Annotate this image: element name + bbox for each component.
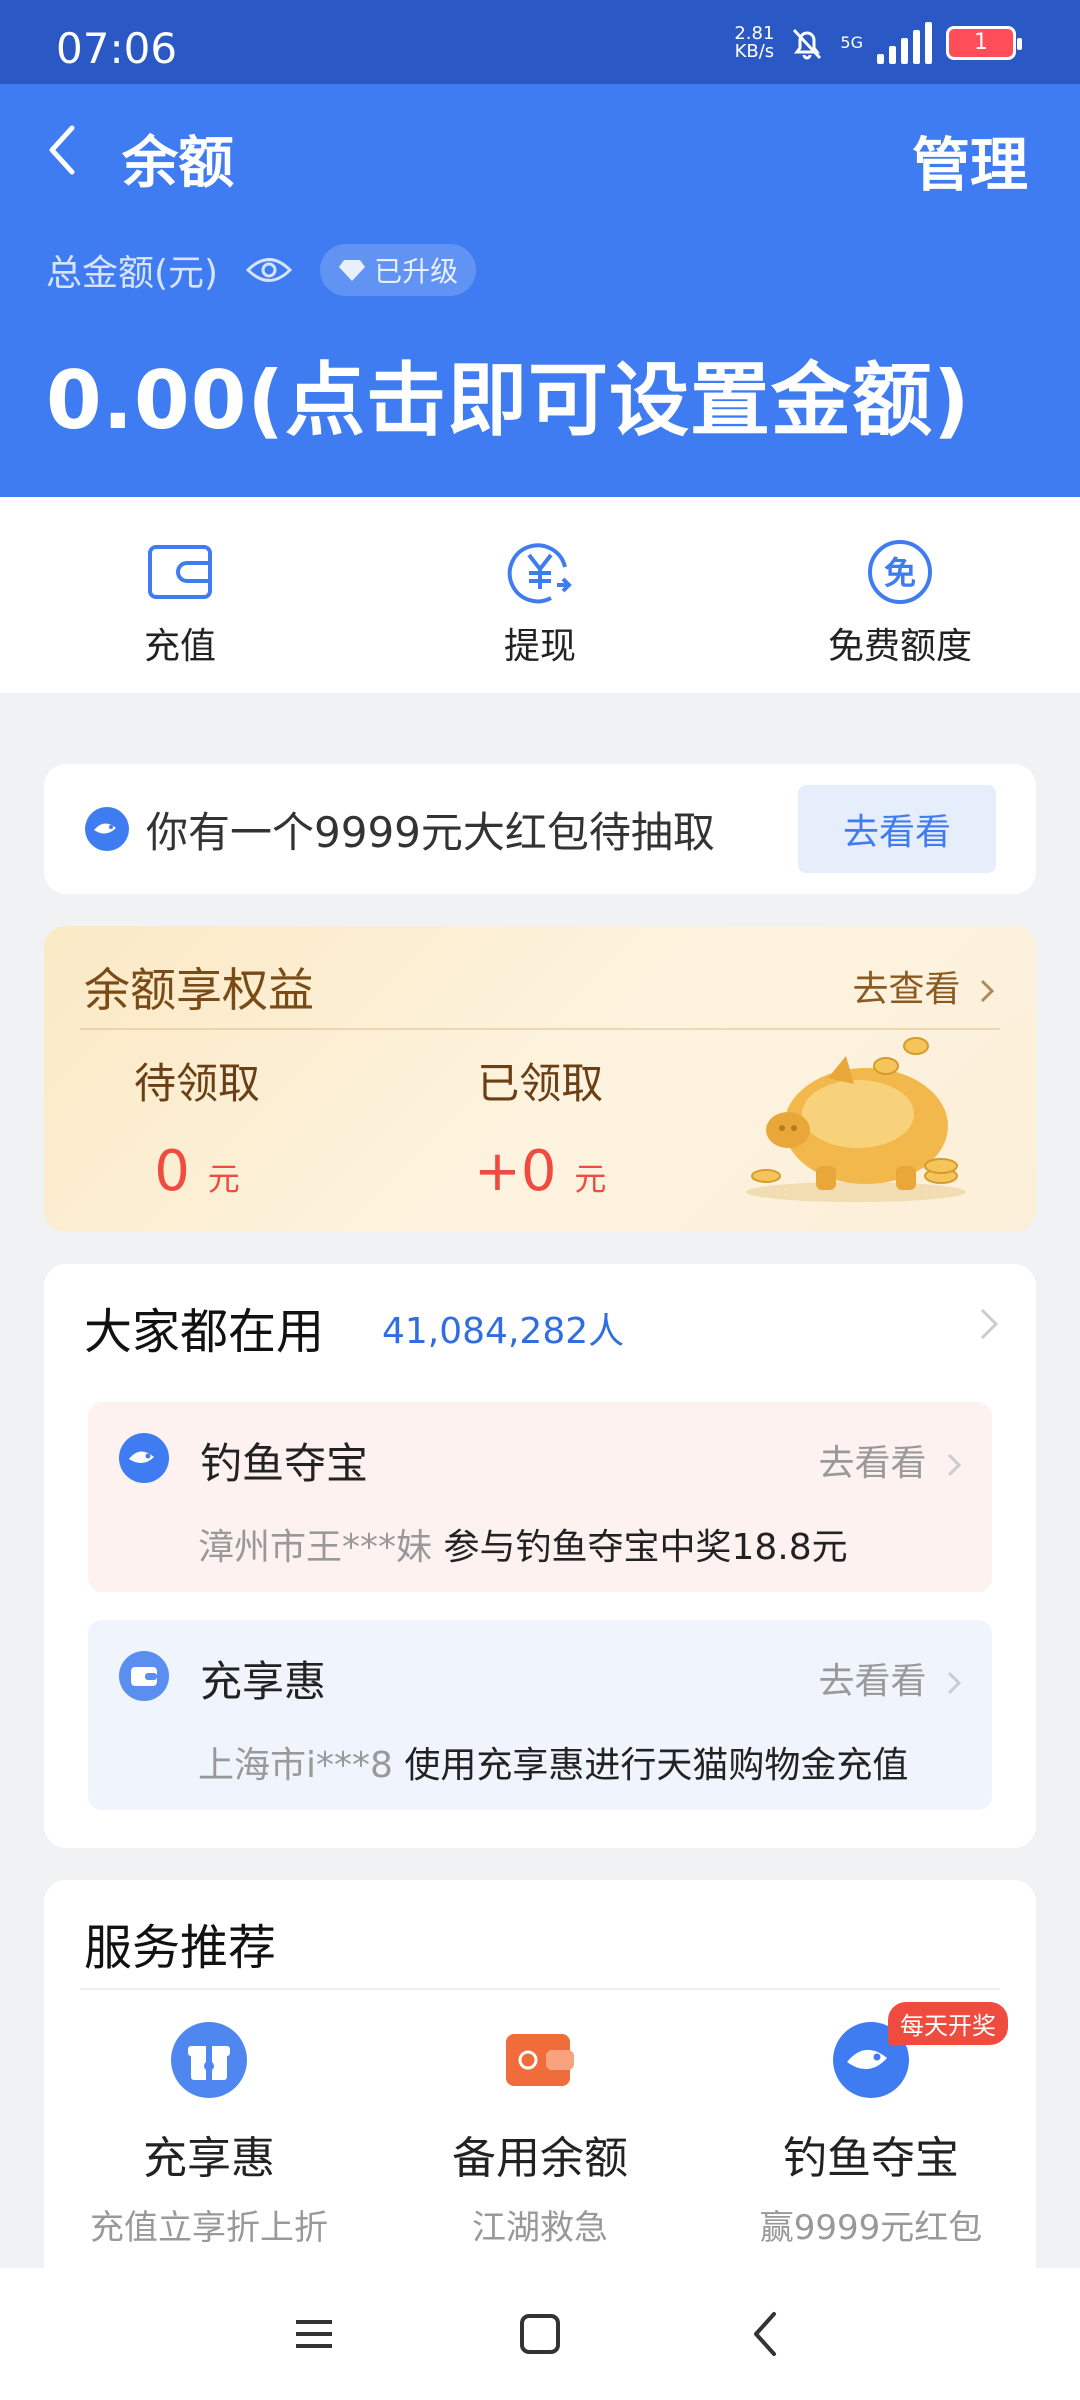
recharge-activity: 使用充享惠进行天猫购物金充值 <box>404 1745 909 1786</box>
pending-column: 待领取 0 元 <box>134 1050 260 1204</box>
upgraded-badge[interactable]: 已升级 <box>320 244 477 296</box>
hongbao-text: 你有一个9999元大红包待抽取 <box>146 807 715 857</box>
fish-icon <box>85 807 129 851</box>
fishing-treasure-title: 钓鱼夺宝 <box>200 1439 369 1488</box>
hongbao-go-button[interactable]: 去看看 <box>798 785 996 873</box>
fishing-treasure-item[interactable]: 钓鱼夺宝 去看看 漳州市王***妹 参与钓鱼夺宝中奖18.8元 <box>88 1402 992 1592</box>
pending-value: 0 元 <box>134 1139 260 1204</box>
claimed-column: 已领取 +0 元 <box>474 1050 606 1204</box>
back-arrow-icon[interactable] <box>44 120 84 180</box>
recharge-button[interactable]: 充值 <box>0 497 360 693</box>
chevron-right-icon <box>947 1671 962 1695</box>
popular-section: 大家都在用 41,084,282人 钓鱼夺宝 去看看 漳州市王***妹 参与钓鱼… <box>44 1264 1036 1848</box>
home-icon[interactable] <box>512 2306 568 2362</box>
recharge-benefit-desc: 上海市i***8 使用充享惠进行天猫购物金充值 <box>198 1736 908 1788</box>
status-icons: 2.81 KB/s 5G 1 <box>734 22 1022 64</box>
chevron-right-icon[interactable] <box>978 1306 1000 1342</box>
withdraw-label: 提现 <box>503 626 576 667</box>
recharge-label: 充值 <box>143 626 216 667</box>
chevron-right-icon <box>947 1453 962 1477</box>
service-recharge-benefit[interactable]: 充享惠 充值立享折上折 <box>44 2020 374 2249</box>
quick-actions: 充值 提现 免 免费额度 <box>0 497 1080 693</box>
claimed-unit: 元 <box>574 1160 607 1198</box>
status-time: 07:06 <box>56 24 178 73</box>
pending-label: 待领取 <box>134 1059 261 1108</box>
menu-icon[interactable] <box>286 2306 342 2362</box>
fish-icon <box>119 1433 169 1483</box>
fishing-user: 漳州市王***妹 <box>198 1527 433 1568</box>
fishing-treasure-go[interactable]: 去看看 <box>819 1434 962 1486</box>
service-subtitle: 充值立享折上折 <box>90 2208 328 2248</box>
services-section: 服务推荐 充享惠 充值立享折上折 备用余额 江湖救急 每天开奖 钓鱼夺宝 赢99… <box>44 1880 1036 2280</box>
wallet-circle-icon <box>119 1651 169 1701</box>
service-fishing-treasure[interactable]: 每天开奖 钓鱼夺宝 赢9999元红包 <box>706 2002 1036 2249</box>
daily-draw-badge: 每天开奖 <box>888 2002 1008 2045</box>
popular-title: 大家都在用 <box>84 1304 325 1360</box>
free-quota-button[interactable]: 免 免费额度 <box>720 497 1080 693</box>
wallet-icon <box>148 545 212 599</box>
claimed-label: 已领取 <box>477 1059 604 1108</box>
network-speed: 2.81 KB/s <box>734 25 774 61</box>
battery-level: 1 <box>974 30 988 55</box>
page-title: 余额 <box>122 131 234 196</box>
speed-unit: KB/s <box>734 41 775 62</box>
network-type: 5G <box>840 33 863 52</box>
chevron-right-icon <box>980 979 995 1003</box>
benefits-title: 余额享权益 <box>84 963 314 1017</box>
recharge-benefit-item[interactable]: 充享惠 去看看 上海市i***8 使用充享惠进行天猫购物金充值 <box>88 1620 992 1810</box>
service-title: 充享惠 <box>143 2133 275 2184</box>
gift-icon <box>171 2022 247 2098</box>
service-backup-balance[interactable]: 备用余额 江湖救急 <box>375 2020 705 2249</box>
service-title: 钓鱼夺宝 <box>783 2133 959 2184</box>
upgraded-label: 已升级 <box>374 255 459 288</box>
hongbao-banner[interactable]: 你有一个9999元大红包待抽取 去看看 <box>44 764 1036 894</box>
back-icon[interactable] <box>738 2306 794 2362</box>
benefits-more-link[interactable]: 去查看 <box>853 960 996 1012</box>
svg-text:免: 免 <box>884 554 916 592</box>
pending-amount: 0 <box>154 1139 190 1204</box>
service-title: 备用余额 <box>452 2133 628 2184</box>
signal-icon <box>877 22 932 64</box>
yuan-transfer-icon <box>507 543 572 604</box>
total-amount-label: 总金额(元) <box>46 253 219 294</box>
manage-button[interactable]: 管理 <box>912 118 1028 202</box>
balance-header: 07:06 2.81 KB/s 5G 1 余额 管理 总金额(元) 已升级 0.… <box>0 0 1080 497</box>
battery-icon: 1 <box>946 26 1022 60</box>
service-subtitle: 江湖救急 <box>472 2208 608 2248</box>
piggy-bank-icon <box>746 1037 966 1202</box>
service-subtitle: 赢9999元红包 <box>759 2208 983 2248</box>
services-title: 服务推荐 <box>84 1920 277 1976</box>
total-amount-row: 总金额(元) 已升级 <box>46 244 477 296</box>
free-quota-icon: 免 <box>868 540 932 604</box>
recharge-benefit-go-label: 去看看 <box>818 1661 927 1702</box>
balance-benefits-card[interactable]: 余额享权益 去查看 待领取 0 元 已领取 +0 元 <box>44 926 1036 1232</box>
recharge-benefit-go[interactable]: 去看看 <box>819 1652 962 1704</box>
recharge-benefit-title: 充享惠 <box>200 1657 327 1706</box>
withdraw-button[interactable]: 提现 <box>360 497 720 693</box>
diamond-icon <box>339 260 366 281</box>
status-bar: 07:06 2.81 KB/s 5G 1 <box>0 0 1080 84</box>
claimed-value: +0 元 <box>474 1139 606 1204</box>
free-quota-label: 免费额度 <box>827 626 972 667</box>
recharge-user: 上海市i***8 <box>198 1745 393 1786</box>
bell-muted-icon <box>793 28 822 60</box>
popular-user-count: 41,084,282人 <box>382 1311 625 1352</box>
services-divider <box>80 1988 1000 1990</box>
benefits-more-label: 去查看 <box>852 969 961 1010</box>
system-navigation-bar <box>0 2268 1080 2400</box>
fishing-treasure-desc: 漳州市王***妹 参与钓鱼夺宝中奖18.8元 <box>198 1518 848 1570</box>
eye-icon[interactable] <box>246 255 293 285</box>
claimed-amount: +0 <box>474 1139 557 1204</box>
pending-unit: 元 <box>207 1160 240 1198</box>
balance-amount[interactable]: 0.00(点击即可设置金额) <box>46 336 971 452</box>
orange-wallet-icon <box>506 2034 574 2086</box>
fishing-treasure-go-label: 去看看 <box>818 1443 927 1484</box>
fishing-activity: 参与钓鱼夺宝中奖18.8元 <box>443 1527 848 1568</box>
